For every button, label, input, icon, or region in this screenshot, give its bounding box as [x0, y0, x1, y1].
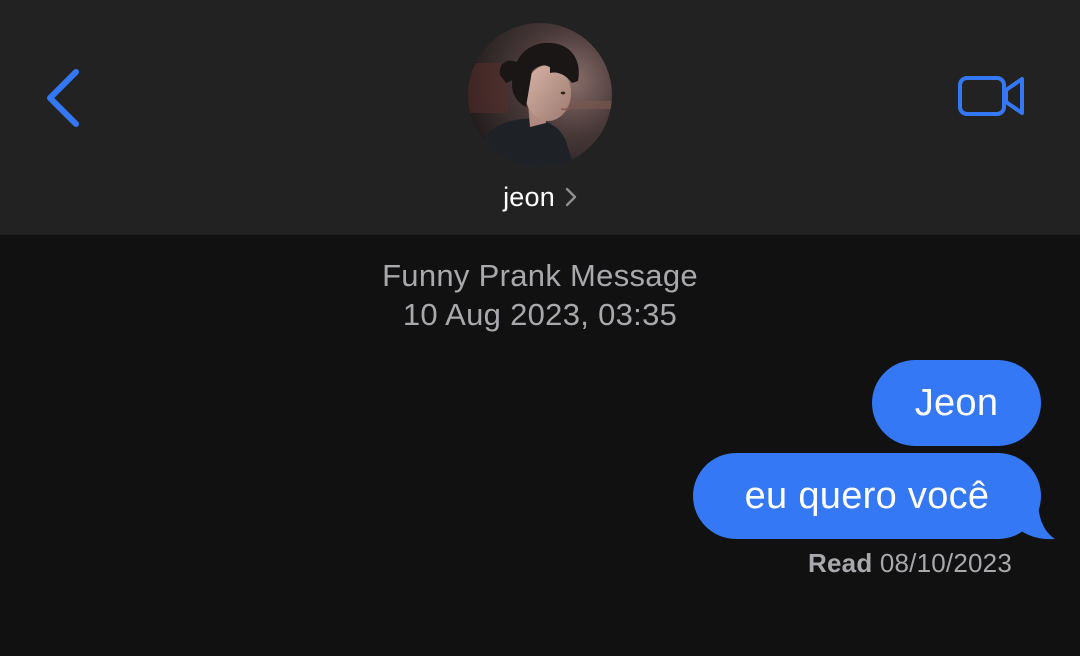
conversation-header: jeon	[0, 0, 1080, 235]
message-bubble[interactable]: eu quero você	[693, 453, 1041, 539]
back-button[interactable]	[36, 62, 88, 134]
chevron-left-icon	[47, 69, 79, 127]
contact-avatar[interactable]	[468, 23, 612, 167]
message-text: Jeon	[914, 381, 999, 424]
conversation-title: Funny Prank Message	[382, 258, 698, 293]
read-label: Read	[808, 548, 873, 578]
message-bubble[interactable]: Jeon	[872, 360, 1041, 446]
read-receipt: Read 08/10/2023	[808, 548, 1012, 579]
bubble-tail	[1018, 500, 1055, 540]
video-call-button[interactable]	[952, 68, 1032, 124]
avatar-photo	[468, 23, 612, 167]
video-camera-icon	[958, 76, 1024, 116]
conversation-timestamp: Funny Prank Message 10 Aug 2023, 03:35	[0, 256, 1080, 334]
message-text: eu quero você	[744, 474, 990, 517]
chevron-right-icon	[565, 187, 577, 207]
read-date: 08/10/2023	[879, 548, 1012, 578]
contact-details-button[interactable]: jeon	[503, 182, 577, 213]
conversation-datetime: 10 Aug 2023, 03:35	[402, 297, 678, 332]
contact-name: jeon	[503, 181, 555, 212]
